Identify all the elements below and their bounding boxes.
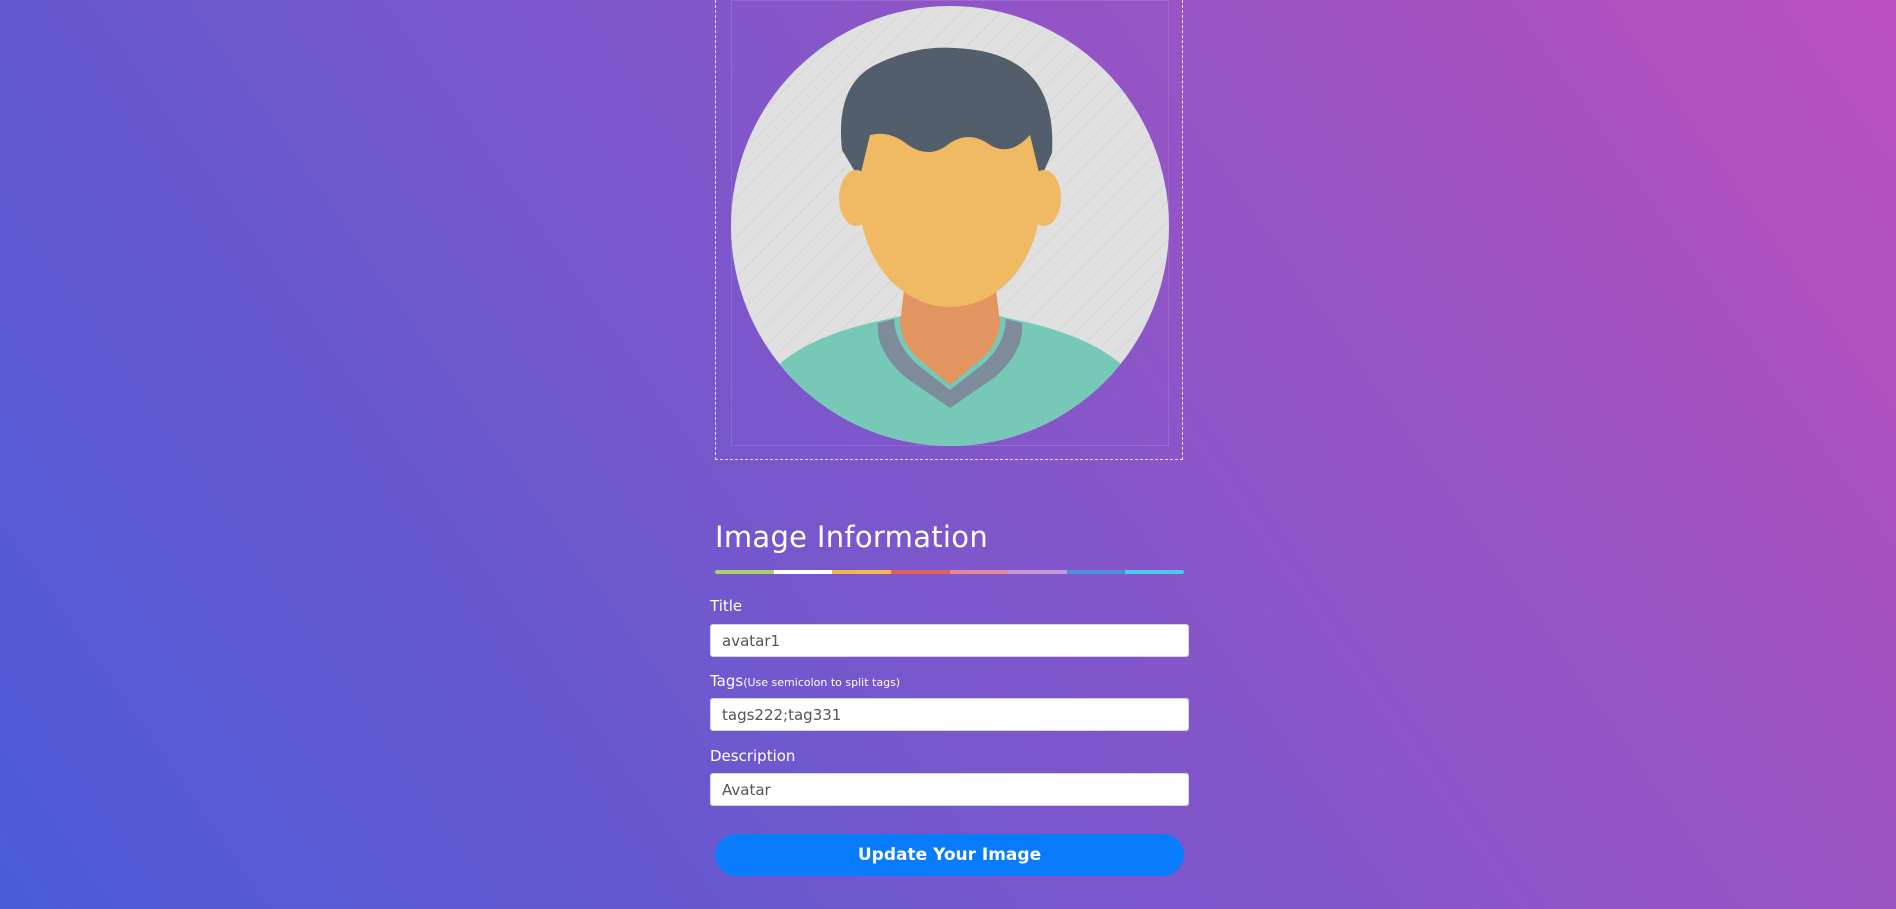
tags-input[interactable]	[710, 698, 1189, 731]
update-image-button[interactable]: Update Your Image	[715, 834, 1184, 876]
divider-segment	[949, 570, 1009, 574]
section-divider	[715, 570, 1184, 574]
divider-segment	[773, 570, 833, 574]
divider-segment	[890, 570, 950, 574]
tags-hint: (Use semicolon to split tags)	[743, 676, 901, 689]
title-input[interactable]	[710, 624, 1189, 657]
person-avatar-icon	[731, 6, 1169, 446]
title-label: Title	[710, 597, 743, 615]
divider-segment	[1066, 570, 1126, 574]
description-input[interactable]	[710, 773, 1189, 806]
tags-label: Tags(Use semicolon to split tags)	[710, 672, 900, 690]
tags-label-text: Tags	[710, 672, 744, 690]
description-label: Description	[710, 747, 796, 765]
image-preview-frame[interactable]	[715, 0, 1183, 460]
divider-segment	[715, 570, 774, 574]
section-title: Image Information	[715, 520, 989, 554]
divider-segment	[832, 570, 891, 574]
divider-segment	[1008, 570, 1067, 574]
divider-segment	[1125, 570, 1184, 574]
